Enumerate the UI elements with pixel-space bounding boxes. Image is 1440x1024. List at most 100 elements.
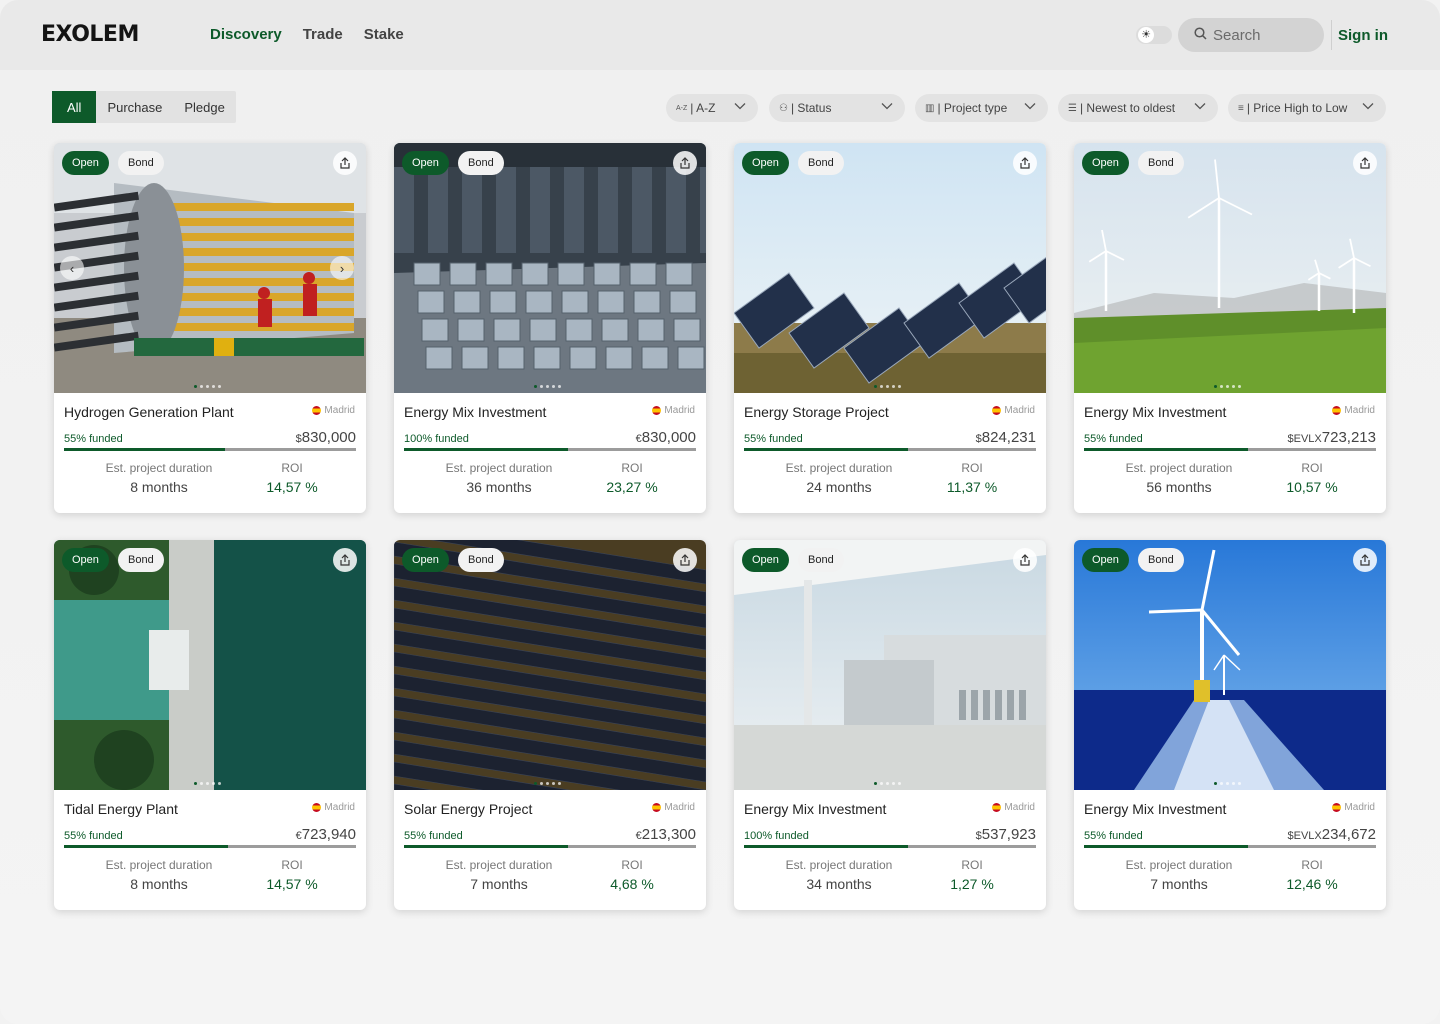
carousel-dot[interactable] bbox=[200, 782, 203, 785]
share-button[interactable] bbox=[1353, 548, 1377, 572]
carousel-dot[interactable] bbox=[194, 385, 197, 388]
project-image[interactable] bbox=[54, 143, 366, 393]
carousel-dot[interactable] bbox=[534, 385, 537, 388]
segment-all[interactable]: All bbox=[52, 91, 97, 123]
carousel-dot[interactable] bbox=[540, 385, 543, 388]
carousel-dot[interactable] bbox=[218, 782, 221, 785]
carousel-dot[interactable] bbox=[898, 385, 901, 388]
carousel-dot[interactable] bbox=[558, 782, 561, 785]
carousel-dots[interactable] bbox=[534, 385, 561, 388]
amount-value: 234,672 bbox=[1321, 826, 1376, 843]
project-card[interactable]: Open Bond Energy Mix Investment Madrid 55% f… bbox=[1074, 540, 1386, 910]
carousel-dots[interactable] bbox=[194, 385, 221, 388]
carousel-dot[interactable] bbox=[886, 385, 889, 388]
filter-status[interactable]: ⚇ | Status bbox=[769, 94, 905, 122]
carousel-next-button[interactable]: › bbox=[330, 256, 354, 280]
project-image[interactable] bbox=[734, 540, 1046, 790]
carousel-dots[interactable] bbox=[1214, 782, 1241, 785]
carousel-dots[interactable] bbox=[534, 782, 561, 785]
carousel-dot[interactable] bbox=[874, 385, 877, 388]
search-box[interactable] bbox=[1178, 18, 1324, 52]
project-card[interactable]: Open Bond Energy Storage Project Madrid 55% … bbox=[734, 143, 1046, 513]
nav-trade[interactable]: Trade bbox=[303, 26, 343, 43]
carousel-dot[interactable] bbox=[1232, 385, 1235, 388]
carousel-dot[interactable] bbox=[534, 782, 537, 785]
carousel-dot[interactable] bbox=[1220, 782, 1223, 785]
share-button[interactable] bbox=[673, 151, 697, 175]
project-card[interactable]: Open Bond Energy Mix Investment Madrid 100% … bbox=[734, 540, 1046, 910]
project-image[interactable] bbox=[1074, 540, 1386, 790]
carousel-dot[interactable] bbox=[874, 782, 877, 785]
project-card[interactable]: Open Bond Tidal Energy Plant Madrid 55% fund… bbox=[54, 540, 366, 910]
carousel-dot[interactable] bbox=[212, 782, 215, 785]
carousel-dot[interactable] bbox=[206, 782, 209, 785]
carousel-dot[interactable] bbox=[880, 385, 883, 388]
nav-discovery[interactable]: Discovery bbox=[210, 26, 282, 43]
carousel-dot[interactable] bbox=[1226, 782, 1229, 785]
carousel-dot[interactable] bbox=[212, 385, 215, 388]
carousel-dot[interactable] bbox=[898, 782, 901, 785]
project-card[interactable]: Open Bond ‹ › Hydrogen Generation Plant Madri… bbox=[54, 143, 366, 513]
project-image[interactable] bbox=[54, 540, 366, 790]
carousel-dot[interactable] bbox=[1232, 782, 1235, 785]
carousel-dot[interactable] bbox=[886, 782, 889, 785]
carousel-dot[interactable] bbox=[880, 782, 883, 785]
segment-pledge[interactable]: Pledge bbox=[173, 91, 235, 123]
carousel-dots[interactable] bbox=[194, 782, 221, 785]
carousel-dot[interactable] bbox=[206, 385, 209, 388]
search-input[interactable] bbox=[1213, 26, 1313, 44]
carousel-dots[interactable] bbox=[1214, 385, 1241, 388]
project-card[interactable]: Open Bond Energy Mix Investment Madrid 55% f… bbox=[1074, 143, 1386, 513]
nav-stake[interactable]: Stake bbox=[364, 26, 404, 43]
carousel-dot[interactable] bbox=[546, 782, 549, 785]
carousel-dot[interactable] bbox=[1226, 385, 1229, 388]
carousel-dot[interactable] bbox=[1220, 385, 1223, 388]
filter-price-high-to-low[interactable]: ≡ | Price High to Low bbox=[1228, 94, 1386, 122]
project-image[interactable] bbox=[394, 540, 706, 790]
sign-in-button[interactable]: Sign in bbox=[1338, 27, 1388, 44]
carousel-dots[interactable] bbox=[874, 782, 901, 785]
carousel-dot[interactable] bbox=[552, 385, 555, 388]
project-image[interactable] bbox=[734, 143, 1046, 393]
carousel-dot[interactable] bbox=[892, 385, 895, 388]
share-button[interactable] bbox=[1013, 548, 1037, 572]
carousel-dot[interactable] bbox=[1238, 782, 1241, 785]
filter-a-z[interactable]: A-Z | A-Z bbox=[666, 94, 758, 122]
carousel-dot[interactable] bbox=[218, 385, 221, 388]
project-title[interactable]: Energy Mix Investment bbox=[744, 801, 886, 817]
project-title[interactable]: Energy Mix Investment bbox=[1084, 801, 1226, 817]
filter-newest-to-oldest[interactable]: ☰ | Newest to oldest bbox=[1058, 94, 1218, 122]
project-title[interactable]: Energy Mix Investment bbox=[404, 404, 546, 420]
carousel-dot[interactable] bbox=[1238, 385, 1241, 388]
project-title[interactable]: Energy Storage Project bbox=[744, 404, 889, 420]
carousel-dot[interactable] bbox=[558, 385, 561, 388]
project-title[interactable]: Energy Mix Investment bbox=[1084, 404, 1226, 420]
carousel-dot[interactable] bbox=[892, 782, 895, 785]
carousel-dot[interactable] bbox=[194, 782, 197, 785]
carousel-dot[interactable] bbox=[546, 385, 549, 388]
project-image[interactable] bbox=[1074, 143, 1386, 393]
theme-toggle[interactable]: ☀ bbox=[1136, 26, 1172, 44]
carousel-dot[interactable] bbox=[540, 782, 543, 785]
carousel-dot[interactable] bbox=[1214, 782, 1217, 785]
filter-label: | Status bbox=[790, 101, 832, 115]
share-button[interactable] bbox=[1013, 151, 1037, 175]
carousel-dot[interactable] bbox=[200, 385, 203, 388]
project-title[interactable]: Tidal Energy Plant bbox=[64, 801, 178, 817]
carousel-dot[interactable] bbox=[1214, 385, 1217, 388]
project-image[interactable] bbox=[394, 143, 706, 393]
carousel-prev-button[interactable]: ‹ bbox=[60, 256, 84, 280]
share-button[interactable] bbox=[1353, 151, 1377, 175]
project-title[interactable]: Hydrogen Generation Plant bbox=[64, 404, 234, 420]
share-button[interactable] bbox=[333, 151, 357, 175]
brand-logo[interactable]: EXOLEM bbox=[41, 22, 139, 47]
project-title[interactable]: Solar Energy Project bbox=[404, 801, 532, 817]
share-button[interactable] bbox=[673, 548, 697, 572]
project-card[interactable]: Open Bond Solar Energy Project Madrid 55% fu… bbox=[394, 540, 706, 910]
carousel-dot[interactable] bbox=[552, 782, 555, 785]
segment-purchase[interactable]: Purchase bbox=[96, 91, 173, 123]
share-button[interactable] bbox=[333, 548, 357, 572]
project-card[interactable]: Open Bond Energy Mix Investment Madrid 100% … bbox=[394, 143, 706, 513]
carousel-dots[interactable] bbox=[874, 385, 901, 388]
filter-project-type[interactable]: ▥ | Project type bbox=[915, 94, 1048, 122]
